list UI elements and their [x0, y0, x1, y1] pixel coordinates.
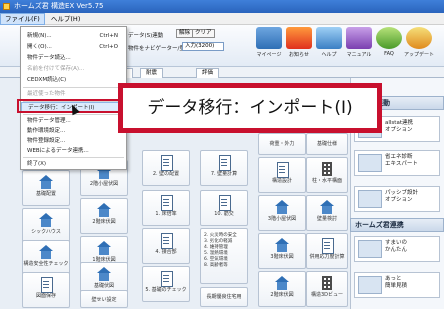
cell-column-plane[interactable]: 柱・水平構面 — [306, 157, 348, 193]
cell-2f-floor-plan-b[interactable]: 2階床伏図 — [258, 271, 306, 307]
house-icon — [274, 200, 290, 214]
house-icon — [38, 245, 54, 259]
data-link-label: データ(S)連動 — [128, 33, 164, 39]
menu-file[interactable]: ファイル(F) — [0, 13, 45, 25]
update-icon — [406, 27, 432, 49]
menu-item-cedxm[interactable]: CEDXM読込(C) — [21, 75, 126, 85]
house-icon — [38, 175, 54, 189]
tool-update[interactable]: アップデート — [402, 27, 436, 65]
document-icon — [274, 162, 290, 178]
house-icon — [274, 238, 290, 252]
cell-foundation-check[interactable]: 5. 基礎のチェック — [142, 266, 190, 302]
menu-item-new[interactable]: 新規(N)... Ctrl+N — [21, 31, 126, 41]
cell-floor-ratio[interactable]: 1. 床倍率 — [142, 190, 190, 226]
document-icon — [38, 277, 54, 293]
document-icon — [216, 155, 232, 171]
input-select[interactable]: 入力(3200) — [182, 42, 224, 51]
cell-3d-view[interactable]: 構造3Dビュー — [306, 271, 348, 307]
tool-mypage[interactable]: マイページ — [252, 27, 286, 65]
cell-load[interactable]: 荷重・外力 — [258, 133, 306, 155]
card-estimate[interactable]: あっと 簡単見積 — [354, 272, 440, 298]
tool-news[interactable]: お知らせ — [282, 27, 316, 65]
cell-foundation-layout[interactable]: 基礎配置 — [22, 170, 70, 206]
cell-stress-calc[interactable]: 併用応力度計算 — [306, 233, 348, 269]
house-icon — [96, 241, 112, 255]
document-icon — [216, 195, 232, 211]
cell-foundation-spec[interactable]: 基礎仕様 — [306, 133, 348, 155]
manual-icon — [346, 27, 372, 49]
app-icon — [3, 3, 10, 10]
house-icon — [274, 276, 290, 290]
menu-item-exit[interactable]: 終了(X) — [21, 159, 126, 169]
menu-item-open[interactable]: 開く(O)... Ctrl+O — [21, 42, 126, 52]
house-icon — [319, 200, 335, 214]
callout-text: データ移行：インポート(I) — [147, 98, 353, 118]
cell-safety-check[interactable]: 構造安全性チェック — [22, 240, 70, 276]
house-icon — [96, 267, 112, 281]
building-icon — [319, 162, 335, 176]
cell-2f-floor-plan[interactable]: 2階床伏図 — [80, 198, 128, 234]
release-button[interactable]: 解除 — [176, 29, 194, 38]
document-icon — [158, 155, 174, 171]
passive-thumb — [358, 190, 382, 208]
performance-list[interactable]: 2. 火災時の安全 3. 劣化の軽減 4. 維持管理 5. 温熱環境 6. 空気… — [200, 228, 248, 284]
tool-faq[interactable]: FAQ — [372, 27, 406, 65]
menu-item-recent[interactable]: 最近使った物件 — [21, 89, 126, 99]
faq-icon — [376, 27, 402, 49]
menu-separator — [23, 157, 124, 158]
sumai-thumb — [358, 240, 382, 258]
cell-wall-calc[interactable]: 7. 壁量計算 — [200, 150, 248, 186]
cell-brace[interactable]: 10. 筋交 — [200, 190, 248, 226]
menu-item-env-settings[interactable]: 動作環境設定... — [21, 126, 126, 136]
card-sumai[interactable]: すまいの かんたん — [354, 236, 440, 262]
cell-joint[interactable]: 4. 接合部 — [142, 228, 190, 264]
menu-item-web-link[interactable]: WEBによるデータ連携... — [21, 146, 126, 156]
homes-link-header: ホームズ君連携 — [350, 218, 444, 232]
cell-wall-placement[interactable]: 2. 壁の配置 — [142, 150, 190, 186]
menu-bar: ファイル(F) ヘルプ(H) — [0, 13, 444, 25]
energy-thumb — [358, 154, 382, 172]
menu-separator — [23, 87, 124, 88]
building-icon — [319, 276, 335, 290]
app-window: ホームズ君 構造EX Ver5.75 ファイル(F) ヘルプ(H) データ(S)… — [0, 0, 444, 309]
file-menu-dropdown: 新規(N)... Ctrl+N 開く(O)... Ctrl+O 物件データ読込.… — [20, 26, 127, 170]
menu-item-save-as[interactable]: 名前を付けて保存(A)... — [21, 64, 126, 74]
document-icon — [158, 233, 174, 249]
cell-wall-study[interactable]: 壁量検討 — [306, 195, 348, 231]
tool-manual[interactable]: マニュアル — [342, 27, 376, 65]
house-icon — [96, 203, 112, 217]
news-icon — [286, 27, 312, 49]
document-icon — [319, 238, 335, 254]
tool-help[interactable]: ヘルプ — [312, 27, 346, 65]
cell-drawing-save[interactable]: 図面保存 — [22, 272, 70, 308]
card-passive[interactable]: パッシブ設計 オプション — [354, 186, 440, 212]
menu-item-register-settings[interactable]: 物件登録設定... — [21, 136, 126, 146]
window-title: ホームズ君 構造EX Ver5.75 — [14, 2, 104, 10]
mypage-icon — [256, 27, 282, 49]
house-icon — [38, 213, 54, 227]
document-icon — [158, 195, 174, 211]
card-energy[interactable]: 省エネ診断 エキスパート — [354, 150, 440, 176]
cell-wall-height[interactable]: 壁せい設定 — [80, 290, 128, 308]
cell-struct-design[interactable]: 構造設計 — [258, 157, 306, 193]
title-bar: ホームズ君 構造EX Ver5.75 — [0, 0, 444, 13]
help-book-icon — [316, 27, 342, 49]
clear-button[interactable]: クリア — [192, 29, 215, 38]
menu-item-data-manage[interactable]: 物件データ管理... — [21, 116, 126, 126]
menu-help[interactable]: ヘルプ(H) — [47, 13, 84, 25]
cell-3f-floor-plan[interactable]: 3階床伏図 — [258, 233, 306, 269]
tab-seismic[interactable]: 耐震 — [140, 68, 164, 78]
cell-long-term[interactable]: 長期優良住宅用 — [200, 287, 248, 307]
cell-sickhouse[interactable]: シックハウス — [22, 208, 70, 244]
cell-3f-roof-plan[interactable]: 3階小屋伏図 — [258, 195, 306, 231]
document-icon — [158, 271, 174, 287]
menu-item-load-data[interactable]: 物件データ読込... — [21, 53, 126, 63]
estimate-thumb — [358, 276, 382, 294]
zoom-callout: データ移行：インポート(I) — [118, 83, 382, 133]
tab-evaluation[interactable]: 評価 — [196, 68, 220, 78]
